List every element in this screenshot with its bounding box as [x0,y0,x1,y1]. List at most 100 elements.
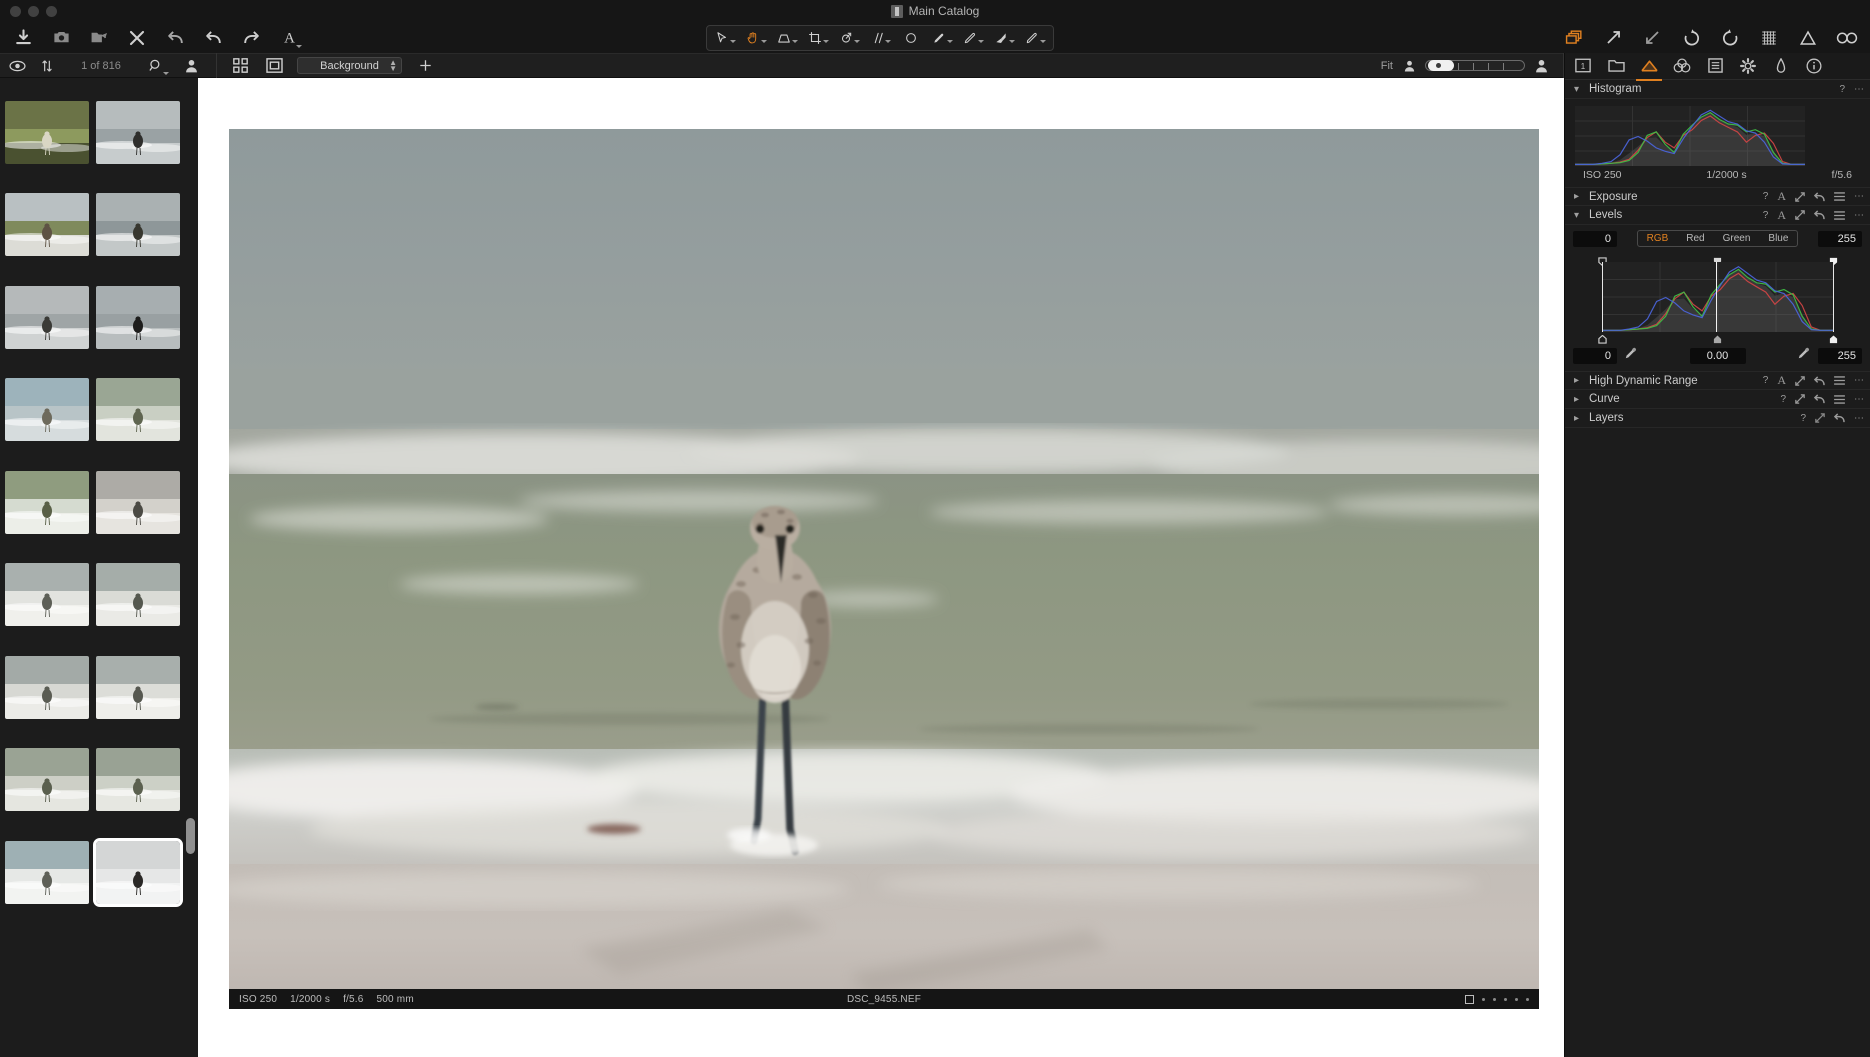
brush-tool-icon[interactable] [927,27,957,49]
metadata-tab-icon[interactable] [1804,55,1824,77]
chevron-right-icon[interactable]: ▸ [1574,394,1585,405]
thumbnail[interactable] [96,470,180,534]
rotate-left-icon[interactable] [1680,27,1702,49]
tether-camera-icon[interactable] [50,27,72,49]
exposure-tab-icon[interactable] [1636,55,1662,81]
eraser-tool-icon[interactable] [989,27,1019,49]
auto-icon[interactable]: A [1777,189,1786,204]
reset-arrows-icon[interactable] [1795,394,1805,404]
page-dot[interactable] [1515,997,1518,1001]
rotate-right-icon[interactable] [1719,27,1741,49]
folder-tab-icon[interactable] [1606,55,1626,77]
thumbnail[interactable] [5,563,89,626]
help-icon[interactable]: ? [1780,394,1786,405]
chevron-right-icon[interactable]: ▸ [1574,375,1585,386]
thumbnail[interactable] [96,193,180,256]
hdr-section-header[interactable]: ▸ High Dynamic Range ? A ⋯ [1565,371,1870,390]
levels-black-point-marker-top[interactable] [1597,253,1607,267]
page-dot[interactable] [1482,997,1485,1001]
lens-tab-icon[interactable] [1771,55,1791,77]
focus-mask-icon[interactable] [1836,27,1858,49]
revert-icon[interactable] [1814,210,1825,220]
presets-icon[interactable] [1834,192,1845,201]
page-dot[interactable] [1504,997,1507,1001]
grid-overlay-icon[interactable] [1758,27,1780,49]
redo-icon[interactable] [240,27,262,49]
ellipse-mask-tool-icon[interactable] [896,27,926,49]
help-icon[interactable]: ? [1763,210,1769,221]
reset-arrows-icon[interactable] [1815,413,1825,423]
more-options-icon[interactable]: ⋯ [1854,210,1864,221]
zoom-button[interactable] [46,6,57,17]
channel-red-button[interactable]: Red [1677,231,1713,246]
shadow-eyedropper-icon[interactable] [1624,346,1638,365]
auto-icon[interactable]: A [1777,373,1786,388]
curve-section-header[interactable]: ▸ Curve ? ⋯ [1565,390,1870,409]
reset-arrows-icon[interactable] [1795,191,1805,202]
thumbnail[interactable] [5,285,89,349]
channel-blue-button[interactable]: Blue [1759,231,1797,246]
reset-arrows-icon[interactable] [1795,375,1805,386]
reset-icon[interactable] [164,27,186,49]
levels-channel-selector[interactable]: RGB Red Green Blue [1636,230,1799,247]
keystone-tool-icon[interactable] [772,27,802,49]
crop-tool-icon[interactable] [803,27,833,49]
levels-midpoint-marker-top[interactable] [1713,253,1722,266]
color-tab-icon[interactable] [1672,55,1692,77]
help-icon[interactable]: ? [1839,84,1845,95]
more-options-icon[interactable]: ⋯ [1854,394,1864,405]
page-indicator[interactable] [1465,994,1529,1004]
minimize-button[interactable] [28,6,39,17]
pan-hand-tool-icon[interactable] [741,27,771,49]
eye-icon[interactable] [6,55,28,77]
grid-view-icon[interactable] [229,55,251,77]
thumbnail[interactable] [96,100,180,164]
thumbnail[interactable] [5,470,89,534]
more-options-icon[interactable]: ⋯ [1854,375,1864,386]
thumbnail[interactable] [96,748,180,811]
thumbnail[interactable] [5,378,89,441]
levels-input-shadow-field[interactable]: 0 [1573,230,1617,247]
levels-output-black-marker[interactable] [1597,331,1607,344]
variants-icon[interactable] [1563,27,1585,49]
thumbnail[interactable] [96,655,180,719]
revert-icon[interactable] [1814,394,1825,404]
thumbnail[interactable] [5,748,89,811]
pointer-tool-icon[interactable] [710,27,740,49]
person-large-icon[interactable] [1534,55,1549,77]
zoom-slider-knob[interactable] [1428,60,1454,71]
chevron-right-icon[interactable]: ▸ [1574,191,1585,202]
more-options-icon[interactable]: ⋯ [1854,191,1864,202]
page-dot[interactable] [1526,997,1529,1001]
library-tab-icon[interactable]: 1 [1573,55,1593,77]
add-cursor-icon[interactable] [414,55,436,77]
levels-midtone-field[interactable]: 0.00 [1689,347,1746,364]
histogram-section-header[interactable]: ▾ Histogram ? ⋯ [1565,80,1870,99]
help-icon[interactable]: ? [1763,191,1769,202]
reset-arrows-icon[interactable] [1795,210,1805,220]
sort-arrows-icon[interactable] [36,55,58,77]
spot-lines-tool-icon[interactable] [865,27,895,49]
help-icon[interactable]: ? [1800,413,1806,424]
presets-icon[interactable] [1834,376,1845,385]
main-photo[interactable]: ISO 250 1/2000 s f/5.6 500 mm DSC_9455.N… [229,129,1539,1009]
search-icon[interactable] [144,55,169,77]
levels-input-highlight-field[interactable]: 255 [1818,230,1862,247]
import-icon[interactable] [12,27,34,49]
page-dot[interactable] [1493,997,1496,1001]
revert-icon[interactable] [1814,375,1825,386]
presets-icon[interactable] [1834,394,1845,404]
apply-adjustments-icon[interactable] [1641,27,1663,49]
levels-output-shadow-field[interactable]: 0 [1573,347,1617,364]
person-icon[interactable] [180,55,202,77]
rotate-tool-icon[interactable] [834,27,864,49]
chevron-down-icon[interactable]: ▾ [1574,84,1585,95]
highlight-eyedropper-icon[interactable] [1797,346,1811,365]
person-small-icon[interactable] [1402,55,1416,77]
delete-icon[interactable] [126,27,148,49]
adjustments-tab-icon[interactable] [1738,55,1758,77]
undo-icon[interactable] [202,27,224,49]
thumbnail[interactable] [5,193,89,256]
thumbnail-selected[interactable] [93,837,183,907]
revert-icon[interactable] [1834,413,1845,423]
